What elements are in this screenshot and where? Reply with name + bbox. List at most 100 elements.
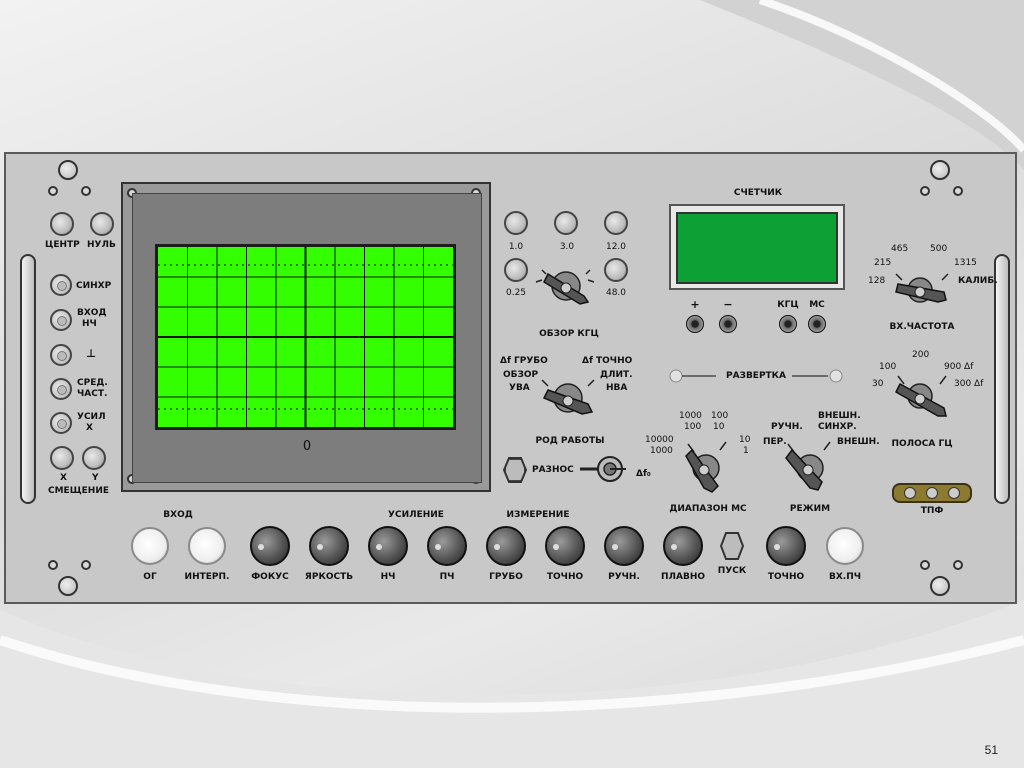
counter-plus-jack[interactable]: [686, 315, 704, 333]
in-if-jack[interactable]: [826, 527, 864, 565]
gain-group-label: УСИЛЕНИЕ: [388, 510, 444, 520]
regime-ext-sync-label-2: СИНХР.: [818, 422, 857, 432]
counter-display-frame: [669, 204, 845, 290]
lf-input-button[interactable]: [50, 309, 72, 331]
start-label: ПУСК: [717, 566, 747, 576]
if-label: ПЧ: [439, 572, 455, 582]
ground-button[interactable]: [50, 344, 72, 366]
screw-top-right: [930, 160, 950, 180]
crt-bezel: 0: [121, 182, 491, 492]
screen-zero-label: 0: [302, 439, 312, 454]
sync-label: СИНХР: [76, 281, 112, 291]
overview-12-0-button[interactable]: [604, 211, 628, 235]
lf-input-label-1: ВХОД: [77, 308, 107, 318]
screw-bottom-left: [58, 576, 78, 596]
offset-label: СМЕЩЕНИЕ: [48, 486, 110, 496]
overview-label-12-0: 12.0: [605, 242, 627, 252]
zero-label: НУЛЬ: [87, 240, 116, 250]
y-label: Y: [92, 473, 99, 483]
offset-y-knob[interactable]: [82, 446, 106, 470]
range-10b-label: 10: [739, 435, 751, 445]
overview-0-25-button[interactable]: [504, 258, 528, 282]
overview-selector-knob[interactable]: [532, 252, 602, 312]
bandwidth-selector-knob[interactable]: [888, 368, 958, 424]
counter-minus-jack[interactable]: [719, 315, 737, 333]
measure-fine-knob[interactable]: [545, 526, 585, 566]
overview-48-0-button[interactable]: [604, 258, 628, 282]
bandwidth-title: ПОЛОСА ГЦ: [891, 439, 953, 449]
diff-toggle-switch[interactable]: [578, 454, 630, 484]
hole-bottom-right-a: [920, 560, 930, 570]
screw-top-left: [58, 160, 78, 180]
crt-surround: 0: [132, 193, 482, 483]
center-knob[interactable]: [50, 212, 74, 236]
tpf-connector[interactable]: [892, 483, 972, 503]
start-button[interactable]: [720, 532, 744, 560]
smooth-label: ПЛАВНО: [660, 572, 706, 582]
in-if-label: ВХ.ПЧ: [828, 572, 862, 582]
mid-freq-button[interactable]: [50, 378, 72, 400]
overview-3-0-button[interactable]: [554, 211, 578, 235]
counter-ms-label: МС: [809, 300, 825, 310]
zero-knob[interactable]: [90, 212, 114, 236]
diff-label: РАЗНОС: [532, 465, 574, 475]
mode-long-label-1: ДЛИТ.: [600, 370, 633, 380]
regime-ext-label: ВНЕШН.: [837, 437, 880, 447]
focus-knob[interactable]: [250, 526, 290, 566]
range-100a-label: 100: [711, 411, 729, 421]
manual-label: РУЧН.: [608, 572, 640, 582]
measure-group-label: ИЗМЕРЕНИЕ: [506, 510, 570, 520]
mode-selector-knob[interactable]: [534, 364, 604, 424]
mode-overview-label-2: УВА: [509, 383, 530, 393]
fine-knob-2[interactable]: [766, 526, 806, 566]
sync-button[interactable]: [50, 274, 72, 296]
screen-graticule: [158, 247, 453, 427]
manual-knob[interactable]: [604, 526, 644, 566]
in-freq-title: ВХ.ЧАСТОТА: [889, 322, 955, 332]
range-10000-label: 10000: [645, 435, 674, 445]
left-handle[interactable]: [20, 254, 36, 504]
interp-input-jack[interactable]: [188, 527, 226, 565]
fine-label-2: ТОЧНО: [767, 572, 805, 582]
amp-x-button[interactable]: [50, 412, 72, 434]
tpf-pin-3: [948, 487, 960, 499]
mode-overview-label-1: ОБЗОР: [503, 370, 539, 380]
counter-khz-jack[interactable]: [779, 315, 797, 333]
screw-bottom-right: [930, 576, 950, 596]
og-input-jack[interactable]: [131, 527, 169, 565]
gain-lf-knob[interactable]: [368, 526, 408, 566]
hole-bottom-left-a: [48, 560, 58, 570]
gain-if-knob[interactable]: [427, 526, 467, 566]
in-freq-selector-knob[interactable]: [888, 264, 958, 314]
offset-x-knob[interactable]: [50, 446, 74, 470]
smooth-knob[interactable]: [663, 526, 703, 566]
in-freq-500-label: 500: [930, 244, 948, 254]
instrument-panel: ЦЕНТР НУЛЬ СИНХР ВХОД НЧ ⊥ СРЕД. ЧАСТ. У…: [4, 152, 1017, 604]
measure-coarse-knob[interactable]: [486, 526, 526, 566]
in-freq-128-label: 128: [868, 276, 886, 286]
counter-ms-jack[interactable]: [808, 315, 826, 333]
overview-1-0-button[interactable]: [504, 211, 528, 235]
counter-title: СЧЕТЧИК: [733, 188, 783, 198]
brightness-knob[interactable]: [309, 526, 349, 566]
diff-button-outline: [503, 457, 527, 483]
hole-bottom-left-b: [81, 560, 91, 570]
regime-selector-knob[interactable]: [780, 436, 840, 496]
brightness-label: ЯРКОСТЬ: [304, 572, 354, 582]
mid-freq-label-2: ЧАСТ.: [77, 389, 108, 399]
mode-title: РОД РАБОТЫ: [535, 436, 605, 446]
range-selector-knob[interactable]: [678, 436, 738, 496]
tpf-pin-1: [904, 487, 916, 499]
bw-200-label: 200: [912, 350, 930, 360]
hole-top-left-a: [48, 186, 58, 196]
range-1-label: 1: [743, 446, 749, 456]
regime-ext-sync-label-1: ВНЕШН.: [818, 411, 861, 421]
hole-bottom-right-b: [953, 560, 963, 570]
bw-300-label: 300 Δf: [954, 379, 984, 389]
og-label: ОГ: [143, 572, 157, 582]
delta-f0-label: Δf₀: [636, 469, 651, 479]
mid-freq-label-1: СРЕД.: [77, 378, 108, 388]
page-number: 51: [984, 743, 998, 757]
range-title: ДИАПАЗОН МС: [669, 504, 747, 514]
right-handle[interactable]: [994, 254, 1010, 504]
